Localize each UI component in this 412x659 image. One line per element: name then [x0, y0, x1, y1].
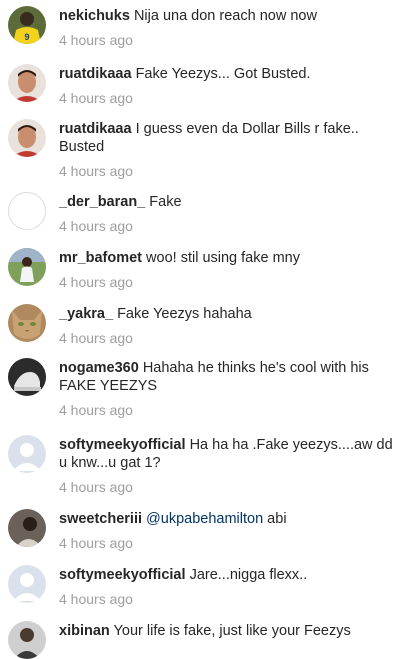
comment-body: woo! stil using fake mny — [146, 250, 300, 266]
comment-username[interactable]: nogame360 — [59, 360, 139, 376]
comment-text: softymeekyofficial Jare...nigga flexx.. — [59, 566, 404, 584]
avatar[interactable] — [8, 192, 46, 230]
comment-body: Your life is fake, just like your Feezys — [113, 623, 351, 639]
comment-timestamp: 4 hours ago — [59, 479, 133, 495]
comment-item: mr_bafomet woo! stil using fake mny 4 ho… — [0, 246, 412, 296]
comment-item: 9 nekichuks Nija una don reach now now 4… — [0, 4, 412, 54]
comment-username[interactable]: _yakra_ — [59, 306, 113, 322]
comment-timestamp: 4 hours ago — [59, 591, 133, 607]
comment-username[interactable]: ruatdikaaa — [59, 121, 132, 137]
comment-item: _der_baran_ Fake 4 hours ago — [0, 190, 412, 240]
comment-body: Jare...nigga flexx.. — [189, 567, 308, 583]
comment-text: xibinan Your life is fake, just like you… — [59, 622, 404, 640]
comment-item: sweetcheriii @ukpabehamilton abi 4 hours… — [0, 507, 412, 557]
comment-text: ruatdikaaa Fake Yeezys... Got Busted. — [59, 65, 404, 83]
comment-item: nogame360 Hahaha he thinks he's cool wit… — [0, 356, 412, 418]
comment-text: sweetcheriii @ukpabehamilton abi — [59, 510, 404, 528]
comment-timestamp: 4 hours ago — [59, 32, 133, 48]
comment-timestamp: 4 hours ago — [59, 218, 133, 234]
comment-timestamp: 4 hours ago — [59, 90, 133, 106]
comment-item: softymeekyofficial Jare...nigga flexx.. … — [0, 563, 412, 613]
comment-body: Fake — [149, 194, 182, 210]
comment-text: nekichuks Nija una don reach now now — [59, 7, 404, 25]
comment-username[interactable]: sweetcheriii — [59, 511, 142, 527]
comment-timestamp: 4 hours ago — [59, 330, 133, 346]
comment-username[interactable]: nekichuks — [59, 8, 130, 24]
comment-timestamp: 4 hours ago — [59, 274, 133, 290]
avatar[interactable]: 9 — [8, 6, 46, 44]
avatar[interactable] — [8, 358, 46, 396]
avatar[interactable] — [8, 304, 46, 342]
comment-body: Fake Yeezys... Got Busted. — [135, 66, 311, 82]
svg-text:9: 9 — [24, 32, 29, 42]
comment-item: ruatdikaaa Fake Yeezys... Got Busted. 4 … — [0, 62, 412, 112]
comment-username[interactable]: xibinan — [59, 623, 110, 639]
avatar[interactable] — [8, 119, 46, 157]
comment-list: 9 nekichuks Nija una don reach now now 4… — [0, 0, 412, 659]
avatar[interactable] — [8, 248, 46, 286]
comment-item: softymeekyofficial Ha ha ha .Fake yeezys… — [0, 433, 412, 495]
comment-text: mr_bafomet woo! stil using fake mny — [59, 249, 404, 267]
avatar[interactable] — [8, 64, 46, 102]
comment-body: Fake Yeezys hahaha — [117, 306, 252, 322]
comment-username[interactable]: mr_bafomet — [59, 250, 142, 266]
avatar[interactable] — [8, 621, 46, 659]
comment-timestamp: 4 hours ago — [59, 402, 133, 418]
comment-text: nogame360 Hahaha he thinks he's cool wit… — [59, 359, 404, 395]
comment-body: Nija una don reach now now — [133, 8, 317, 24]
comment-username[interactable]: ruatdikaaa — [59, 66, 132, 82]
comment-text: _der_baran_ Fake — [59, 193, 404, 211]
avatar[interactable] — [8, 565, 46, 603]
comment-username[interactable]: _der_baran_ — [59, 194, 145, 210]
comment-username[interactable]: softymeekyofficial — [59, 567, 186, 583]
comment-text: _yakra_ Fake Yeezys hahaha — [59, 305, 404, 323]
comment-timestamp: 4 hours ago — [59, 535, 133, 551]
comment-timestamp: 4 hours ago — [59, 163, 133, 179]
comment-text: softymeekyofficial Ha ha ha .Fake yeezys… — [59, 436, 404, 472]
comment-body: abi — [263, 511, 287, 527]
comment-username[interactable]: softymeekyofficial — [59, 437, 186, 453]
comment-text: ruatdikaaa I guess even da Dollar Bills … — [59, 120, 404, 156]
avatar[interactable] — [8, 435, 46, 473]
comment-item: ruatdikaaa I guess even da Dollar Bills … — [0, 117, 412, 179]
comment-item: _yakra_ Fake Yeezys hahaha 4 hours ago — [0, 302, 412, 352]
avatar[interactable] — [8, 509, 46, 547]
mention-link[interactable]: @ukpabehamilton — [146, 511, 263, 527]
comment-item: xibinan Your life is fake, just like you… — [0, 619, 412, 659]
